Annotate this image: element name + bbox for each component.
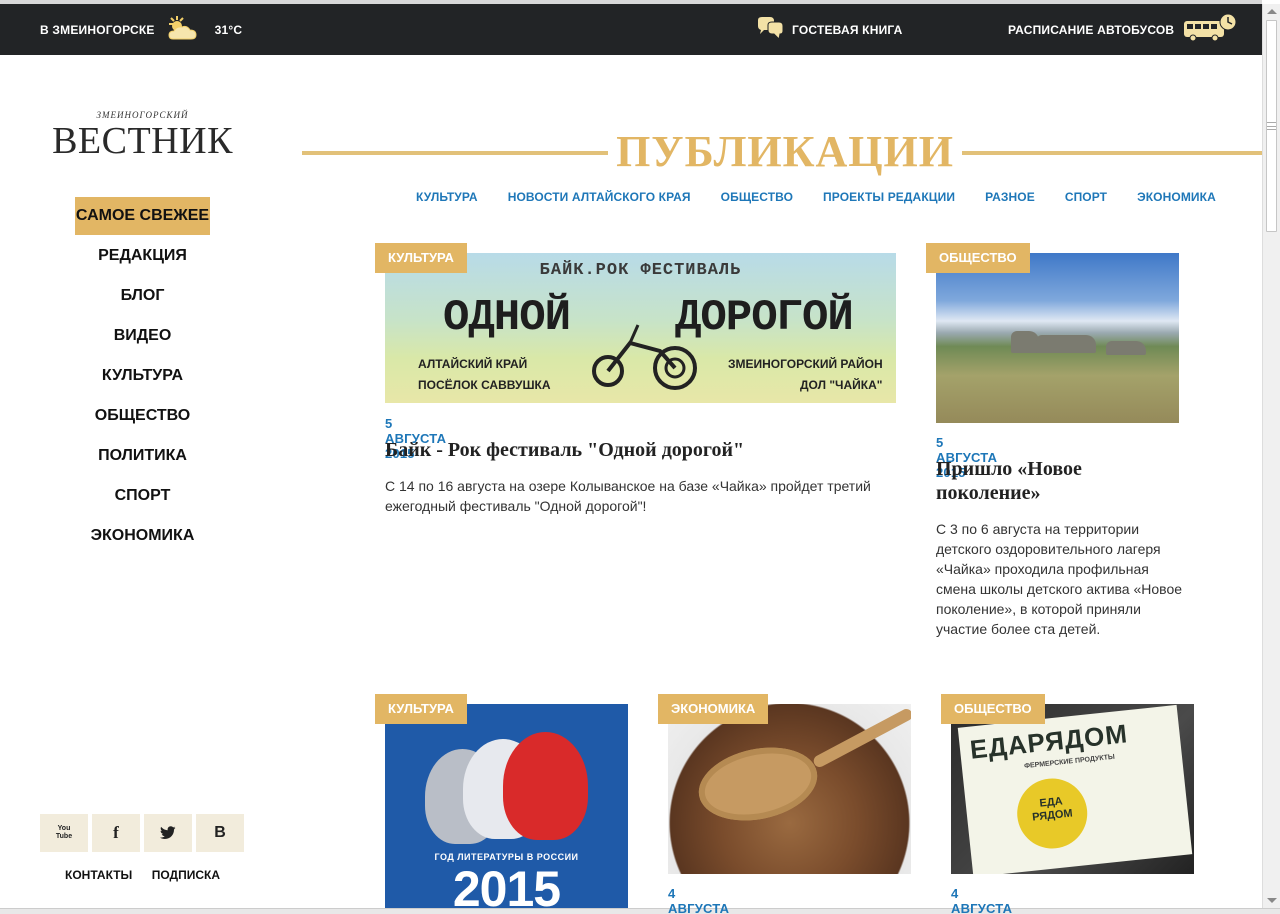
post-image[interactable] (668, 704, 911, 874)
vertical-scrollbar[interactable] (1262, 4, 1280, 908)
sidenav-item-politics[interactable]: ПОЛИТИКА (40, 437, 245, 477)
post-date: 4 АВГУСТА 2015 (951, 886, 1013, 914)
vk-icon[interactable]: В (196, 814, 244, 852)
facebook-icon[interactable]: f (92, 814, 140, 852)
tab-editorial-projects[interactable]: ПРОЕКТЫ РЕДАКЦИИ (823, 190, 955, 204)
tab-culture[interactable]: КУЛЬТУРА (416, 190, 478, 204)
category-tabs: КУЛЬТУРА НОВОСТИ АЛТАЙСКОГО КРАЯ ОБЩЕСТВ… (416, 190, 1216, 204)
scroll-down-icon[interactable] (1267, 898, 1277, 903)
post-image[interactable]: БАЙК.РОК ФЕСТИВАЛЬ ОДНОЙ ДОРОГОЙ АЛТАЙСК… (385, 253, 896, 403)
post-excerpt: С 14 по 16 августа на озере Колыванское … (385, 478, 871, 514)
post-title[interactable]: Пришло «Новое поколение» (936, 457, 1176, 505)
poster-right2: ДОЛ "ЧАЙКА" (800, 378, 883, 392)
image-rock (1036, 335, 1096, 353)
post-excerpt: С 3 по 6 августа на территории детского … (936, 521, 1183, 637)
temperature: 31°C (214, 22, 243, 37)
poster-word2: ДОРОГОЙ (675, 293, 854, 343)
sidenav-item-editorial[interactable]: РЕДАКЦИЯ (40, 237, 245, 277)
browser-status-bar (0, 908, 1280, 914)
tablet-screen: ЕДАРЯДОМ ФЕРМЕРСКИЕ ПРОДУКТЫ ЕДА РЯДОМ (957, 704, 1193, 874)
sidenav-item-sport[interactable]: СПОРТ (40, 477, 245, 517)
guestbook-link[interactable]: ГОСТЕВАЯ КНИГА (756, 4, 903, 55)
twitter-icon[interactable] (144, 814, 192, 852)
sidenav-item-blog[interactable]: БЛОГ (40, 277, 245, 317)
side-navigation: САМОЕ СВЕЖЕЕ РЕДАКЦИЯ БЛОГ ВИДЕО КУЛЬТУР… (40, 197, 245, 557)
sidenav-item-video[interactable]: ВИДЕО (40, 317, 245, 357)
tab-altai-news[interactable]: НОВОСТИ АЛТАЙСКОГО КРАЯ (508, 190, 691, 204)
bus-schedule-label: РАСПИСАНИЕ АВТОБУСОВ (1008, 22, 1175, 37)
image-year: 2015 (452, 861, 561, 908)
poster-word1: ОДНОЙ (443, 293, 571, 343)
facebook-letter: f (113, 823, 119, 842)
heading-divider-left (302, 151, 608, 155)
site-logo[interactable]: ЗМЕИНОГОРСКИЙ ВЕСТНИК (40, 110, 245, 160)
youtube-icon[interactable]: You Tube (40, 814, 88, 852)
tablet-logo-circle: ЕДА РЯДОМ (1013, 775, 1091, 852)
sidenav-item-culture[interactable]: КУЛЬТУРА (40, 357, 245, 397)
post-date: 4 АВГУСТА 2015 (668, 886, 730, 914)
scrollbar-grip (1267, 122, 1276, 130)
logo-small-text: ЗМЕИНОГОРСКИЙ (96, 110, 189, 120)
motorcycle-icon (592, 324, 697, 390)
image-rock (1011, 331, 1039, 353)
poster-right1: ЗМЕИНОГОРСКИЙ РАЙОН (728, 357, 883, 371)
post-category-tag[interactable]: ЭКОНОМИКА (658, 694, 769, 724)
post-category-tag[interactable]: ОБЩЕСТВО (941, 694, 1045, 724)
city-label: В ЗМЕИНОГОРСКЕ (40, 22, 155, 37)
tab-economy[interactable]: ЭКОНОМИКА (1137, 190, 1216, 204)
bus-schedule-link[interactable]: РАСПИСАНИЕ АВТОБУСОВ (1008, 4, 1238, 55)
scroll-up-icon[interactable] (1267, 9, 1277, 14)
poster-left1: АЛТАЙСКИЙ КРАЙ (418, 357, 528, 371)
top-bar: В ЗМЕИНОГОРСКЕ 31°C ГОСТЕВАЯ КНИГА РАСПИ… (0, 0, 1262, 55)
page-title: ПУБЛИКАЦИИ (616, 127, 954, 176)
guestbook-label: ГОСТЕВАЯ КНИГА (792, 22, 903, 37)
post-category-tag[interactable]: ОБЩЕСТВО (926, 243, 1030, 273)
weather-icon (165, 15, 199, 44)
post-image[interactable] (936, 253, 1179, 423)
speech-bubbles-icon (756, 16, 784, 43)
post-category-tag[interactable]: КУЛЬТУРА (375, 694, 467, 724)
contacts-link[interactable]: КОНТАКТЫ (65, 868, 132, 882)
weather-widget: В ЗМЕИНОГОРСКЕ 31°C (40, 4, 242, 55)
spoon-handle (811, 706, 911, 770)
image-rock (1106, 341, 1146, 355)
post-image[interactable]: ЕДАРЯДОМ ФЕРМЕРСКИЕ ПРОДУКТЫ ЕДА РЯДОМ (951, 704, 1194, 874)
youtube-icon-top: You (57, 825, 71, 832)
social-links: You Tube f В (40, 814, 244, 852)
poster-left2: ПОСЁЛОК САВВУШКА (418, 378, 551, 392)
footer-links: КОНТАКТЫ ПОДПИСКА (40, 868, 245, 882)
logo-big-text: ВЕСТНИК (52, 120, 233, 162)
youtube-icon-bottom: Tube (55, 833, 73, 840)
sidenav-item-economy[interactable]: ЭКОНОМИКА (40, 517, 245, 557)
tab-misc[interactable]: РАЗНОЕ (985, 190, 1035, 204)
sidenav-item-society[interactable]: ОБЩЕСТВО (40, 397, 245, 437)
bus-clock-icon (1182, 13, 1238, 46)
heading-divider-right (962, 151, 1262, 155)
vk-letter: В (214, 824, 226, 841)
sidenav-item-latest[interactable]: САМОЕ СВЕЖЕЕ (75, 197, 210, 235)
post-category-tag[interactable]: КУЛЬТУРА (375, 243, 467, 273)
tab-sport[interactable]: СПОРТ (1065, 190, 1107, 204)
image-silhouette (503, 732, 588, 840)
post-title[interactable]: Байк - Рок фестиваль "Одной дорогой" (385, 438, 896, 462)
tab-society[interactable]: ОБЩЕСТВО (721, 190, 793, 204)
subscribe-link[interactable]: ПОДПИСКА (152, 868, 220, 882)
spoon (692, 737, 824, 831)
post-image[interactable]: ГОД ЛИТЕРАТУРЫ В РОССИИ 2015 (385, 704, 628, 908)
tablet-circle-text: ЕДА РЯДОМ (1031, 795, 1074, 824)
